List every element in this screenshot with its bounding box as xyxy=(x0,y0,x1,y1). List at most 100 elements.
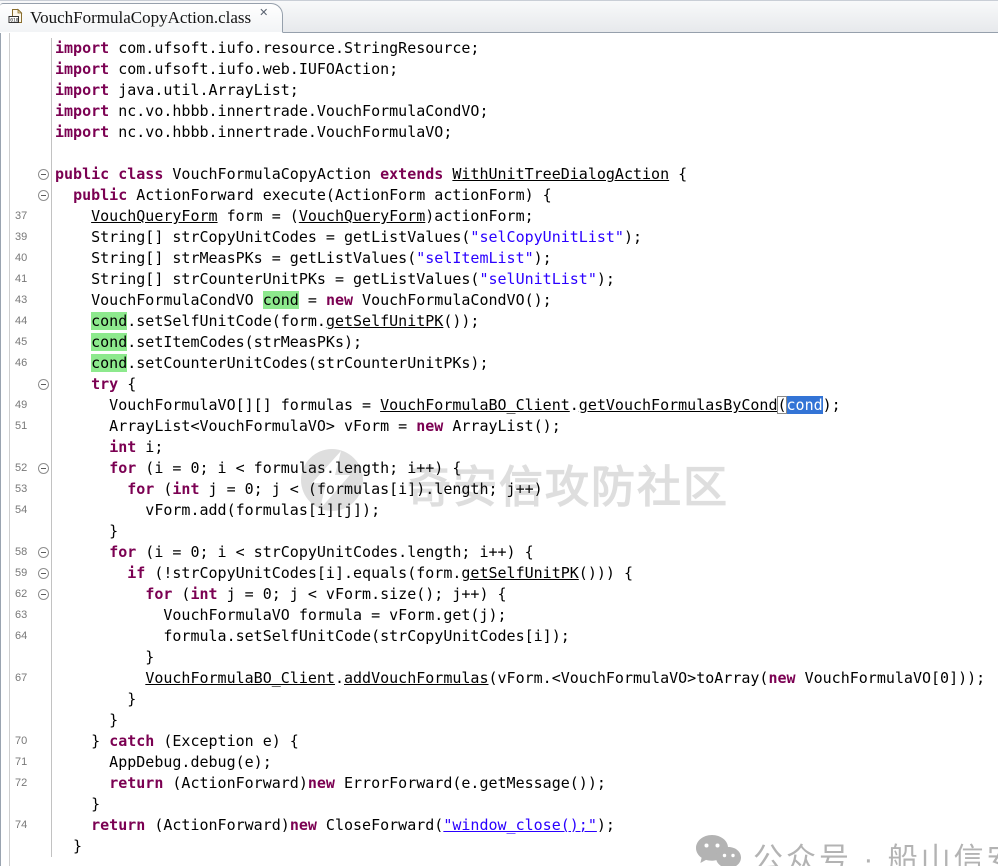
code-line[interactable]: String[] strMeasPKs = getListValues("sel… xyxy=(52,248,552,269)
code-line[interactable]: } xyxy=(52,794,100,815)
code-line[interactable]: } xyxy=(52,521,118,542)
code-line[interactable]: import java.util.ArrayList; xyxy=(52,80,299,101)
code-row: import java.util.ArrayList; xyxy=(10,80,998,101)
fold-column xyxy=(37,185,52,206)
code-token: i; xyxy=(136,438,163,456)
code-line[interactable]: } xyxy=(52,836,82,857)
fold-column xyxy=(37,227,52,248)
link-token: getVouchFormulasByCond xyxy=(579,396,778,414)
code-line[interactable]: cond.setItemCodes(strMeasPKs); xyxy=(52,332,362,353)
fold-column xyxy=(37,626,52,647)
code-line[interactable] xyxy=(52,143,55,164)
code-editor: import com.ufsoft.iufo.resource.StringRe… xyxy=(0,33,998,866)
code-line[interactable]: VouchFormulaVO formula = vForm.get(j); xyxy=(52,605,507,626)
code-line[interactable]: for (i = 0; i < formulas.length; i++) { xyxy=(52,458,461,479)
code-token: (ActionForward) xyxy=(163,774,308,792)
code-line[interactable]: import nc.vo.hbbb.innertrade.VouchFormul… xyxy=(52,122,452,143)
code-line[interactable]: } xyxy=(52,710,118,731)
code-line[interactable]: VouchQueryForm form = (VouchQueryForm)ac… xyxy=(52,206,534,227)
code-line[interactable]: import com.ufsoft.iufo.web.IUFOAction; xyxy=(52,59,398,80)
code-row: 39 String[] strCopyUnitCodes = getListVa… xyxy=(10,227,998,248)
code-line[interactable]: if (!strCopyUnitCodes[i].equals(form.get… xyxy=(52,563,633,584)
fold-collapse-icon[interactable] xyxy=(38,463,49,474)
code-row: 64 formula.setSelfUnitCode(strCopyUnitCo… xyxy=(10,626,998,647)
code-line[interactable]: public class VouchFormulaCopyAction exte… xyxy=(52,164,687,185)
code-line[interactable]: String[] strCounterUnitPKs = getListValu… xyxy=(52,269,615,290)
string-token: "selUnitList" xyxy=(479,270,596,288)
link-token: VouchQueryForm xyxy=(91,207,217,225)
code-line[interactable]: return (ActionForward)new ErrorForward(e… xyxy=(52,773,606,794)
link-token: addVouchFormulas xyxy=(344,669,489,687)
code-row: 53 for (int j = 0; j < (formulas[i]).len… xyxy=(10,479,998,500)
code-token: VouchFormulaCondVO xyxy=(55,291,263,309)
code-row xyxy=(10,143,998,164)
code-line[interactable]: VouchFormulaVO[][] formulas = VouchFormu… xyxy=(52,395,841,416)
fold-collapse-icon[interactable] xyxy=(38,169,49,180)
line-number xyxy=(10,122,37,143)
line-number: 49 xyxy=(10,395,37,416)
code-line[interactable]: } catch (Exception e) { xyxy=(52,731,299,752)
code-line[interactable]: for (int j = 0; j < vForm.size(); j++) { xyxy=(52,584,507,605)
code-token: .setCounterUnitCodes(strCounterUnitPKs); xyxy=(127,354,488,372)
fold-column xyxy=(37,269,52,290)
code-line[interactable]: int i; xyxy=(52,437,163,458)
code-row: } xyxy=(10,689,998,710)
code-lines-area[interactable]: import com.ufsoft.iufo.resource.StringRe… xyxy=(10,33,998,866)
code-line[interactable]: } xyxy=(52,689,136,710)
code-line[interactable]: ArrayList<VouchFormulaVO> vForm = new Ar… xyxy=(52,416,561,437)
code-token: ())) { xyxy=(579,564,633,582)
line-number xyxy=(10,374,37,395)
code-token: ArrayList(); xyxy=(443,417,560,435)
fold-column xyxy=(37,647,52,668)
keyword-token: for xyxy=(109,543,136,561)
code-line[interactable]: for (int j = 0; j < (formulas[i]).length… xyxy=(52,479,543,500)
code-row: 41 String[] strCounterUnitPKs = getListV… xyxy=(10,269,998,290)
code-row: } xyxy=(10,836,998,857)
line-number: 54 xyxy=(10,500,37,521)
line-number xyxy=(10,794,37,815)
line-number xyxy=(10,101,37,122)
fold-collapse-icon[interactable] xyxy=(38,190,49,201)
code-line[interactable]: VouchFormulaCondVO cond = new VouchFormu… xyxy=(52,290,552,311)
fold-collapse-icon[interactable] xyxy=(38,547,49,558)
code-token: } xyxy=(55,732,109,750)
code-line[interactable]: AppDebug.debug(e); xyxy=(52,752,272,773)
code-line[interactable]: } xyxy=(52,647,154,668)
code-token: VouchFormulaVO formula = vForm.get(j); xyxy=(55,606,507,624)
fold-column xyxy=(37,353,52,374)
tab-close-icon[interactable]: ✕ xyxy=(259,8,268,19)
code-line[interactable]: VouchFormulaBO_Client.addVouchFormulas(v… xyxy=(52,668,985,689)
code-line[interactable]: vForm.add(formulas[i][j]); xyxy=(52,500,380,521)
code-line[interactable]: cond.setCounterUnitCodes(strCounterUnitP… xyxy=(52,353,488,374)
line-number: 63 xyxy=(10,605,37,626)
occurrence-highlight: cond xyxy=(263,291,299,309)
fold-column xyxy=(37,311,52,332)
line-number: 46 xyxy=(10,353,37,374)
code-line[interactable]: try { xyxy=(52,374,136,395)
fold-collapse-icon[interactable] xyxy=(38,379,49,390)
line-number: 53 xyxy=(10,479,37,500)
code-line[interactable]: for (i = 0; i < strCopyUnitCodes.length;… xyxy=(52,542,534,563)
editor-tab[interactable]: 010 VouchFormulaCopyAction.class ✕ xyxy=(0,3,283,33)
code-token: java.util.ArrayList; xyxy=(118,81,299,99)
code-line[interactable]: String[] strCopyUnitCodes = getListValue… xyxy=(52,227,642,248)
line-number xyxy=(10,38,37,59)
code-row: 37 VouchQueryForm form = (VouchQueryForm… xyxy=(10,206,998,227)
code-line[interactable]: public ActionForward execute(ActionForm … xyxy=(52,185,552,206)
code-line[interactable]: cond.setSelfUnitCode(form.getSelfUnitPK(… xyxy=(52,311,479,332)
line-number: 43 xyxy=(10,290,37,311)
line-number: 45 xyxy=(10,332,37,353)
fold-column xyxy=(37,458,52,479)
code-row: 51 ArrayList<VouchFormulaVO> vForm = new… xyxy=(10,416,998,437)
fold-collapse-icon[interactable] xyxy=(38,568,49,579)
code-line[interactable]: return (ActionForward)new CloseForward("… xyxy=(52,815,615,836)
keyword-token: public xyxy=(73,186,136,204)
line-number xyxy=(10,80,37,101)
fold-collapse-icon[interactable] xyxy=(38,589,49,600)
code-line[interactable]: import com.ufsoft.iufo.resource.StringRe… xyxy=(52,38,479,59)
fold-column xyxy=(37,710,52,731)
code-row: public ActionForward execute(ActionForm … xyxy=(10,185,998,206)
code-line[interactable]: formula.setSelfUnitCode(strCopyUnitCodes… xyxy=(52,626,570,647)
code-token: VouchFormulaVO[][] formulas = xyxy=(55,396,380,414)
code-line[interactable]: import nc.vo.hbbb.innertrade.VouchFormul… xyxy=(52,101,488,122)
